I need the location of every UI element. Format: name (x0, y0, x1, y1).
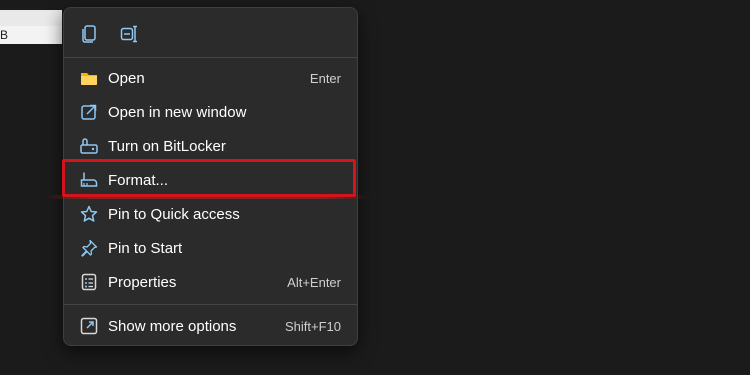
menu-item-format[interactable]: Format... (68, 164, 353, 196)
copy-icon (82, 25, 96, 43)
open-new-window-icon (81, 104, 97, 120)
menu-item-label: Format... (108, 172, 169, 189)
menu-item-properties[interactable]: Properties Alt+Enter (68, 266, 353, 298)
menu-separator (64, 57, 357, 58)
menu-item-shortcut: Alt+Enter (287, 275, 341, 290)
star-icon (80, 205, 98, 222)
menu-item-label: Turn on BitLocker (108, 138, 226, 155)
rename-button[interactable] (114, 20, 146, 48)
format-icon (80, 172, 98, 187)
menu-item-turn-on-bitlocker[interactable]: Turn on BitLocker (68, 130, 353, 162)
context-menu-quick-actions (64, 8, 357, 58)
menu-item-label: Show more options (108, 318, 237, 335)
menu-item-show-more-options[interactable]: Show more options Shift+F10 (68, 310, 353, 342)
background-list-row: B (0, 26, 62, 44)
menu-item-open-in-new-window[interactable]: Open in new window (68, 96, 353, 128)
bitlocker-icon (80, 138, 98, 154)
menu-item-pin-to-quick-access[interactable]: Pin to Quick access (68, 198, 353, 230)
menu-item-label: Properties (108, 274, 177, 291)
menu-item-label: Pin to Start (108, 240, 183, 257)
properties-icon (81, 273, 97, 291)
menu-item-label: Open in new window (108, 104, 247, 121)
menu-item-open[interactable]: Open Enter (68, 62, 353, 94)
menu-separator (64, 304, 357, 305)
background-window-bar (0, 10, 62, 26)
menu-item-label: Open (108, 70, 145, 87)
menu-item-label: Pin to Quick access (108, 206, 240, 223)
more-options-icon (80, 317, 98, 335)
menu-item-shortcut: Enter (309, 71, 341, 86)
pin-icon (81, 239, 98, 257)
rename-icon (120, 25, 137, 43)
context-menu: Open Enter Open in new window Turn on Bi… (63, 7, 358, 346)
folder-icon (81, 73, 97, 85)
menu-item-shortcut: Shift+F10 (284, 319, 341, 334)
copy-button[interactable] (73, 20, 105, 48)
menu-item-pin-to-start[interactable]: Pin to Start (68, 232, 353, 264)
